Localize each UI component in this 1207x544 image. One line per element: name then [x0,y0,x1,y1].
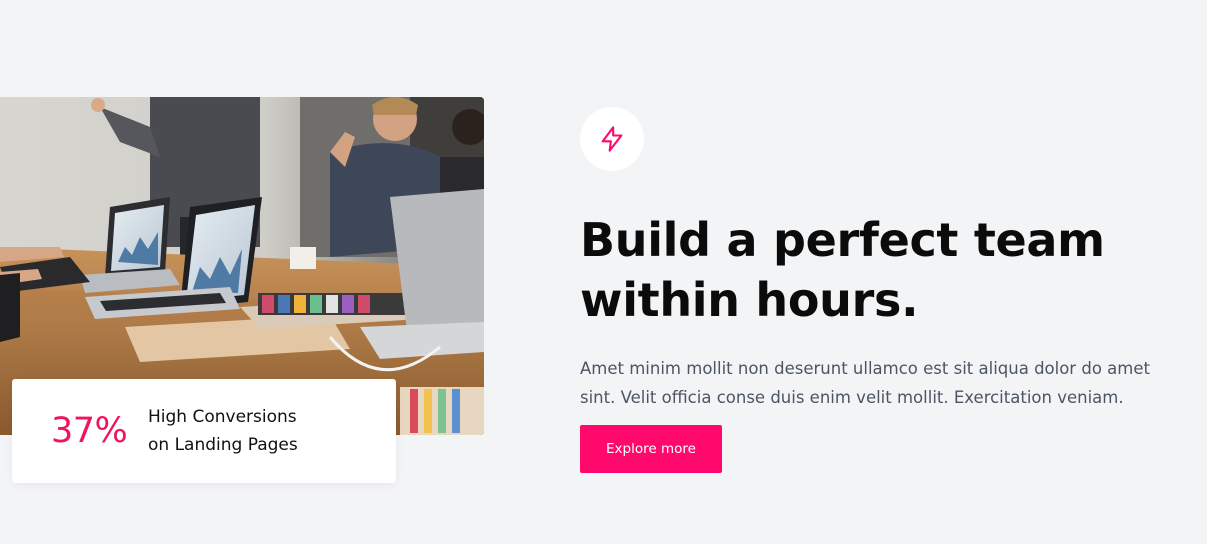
section-heading: Build a perfect team within hours. [580,210,1120,330]
explore-more-button[interactable]: Explore more [580,425,722,473]
lightning-bolt-icon [601,126,623,152]
stat-card: 37% High Conversions on Landing Pages [12,379,396,483]
description-line2: sint. Velit officia conse duis enim veli… [580,388,1124,407]
stat-label: High Conversions on Landing Pages [148,403,298,459]
stat-label-line1: High Conversions [148,407,297,427]
heading-line2: within hours. [580,273,919,327]
section-description: Amet minim mollit non deserunt ullamco e… [580,354,1160,412]
stat-value: 37% [51,411,128,451]
stat-label-line2: on Landing Pages [148,435,298,455]
heading-line1: Build a perfect team [580,213,1105,267]
description-line1: Amet minim mollit non deserunt ullamco e… [580,359,1150,378]
feature-icon-badge [580,107,644,171]
